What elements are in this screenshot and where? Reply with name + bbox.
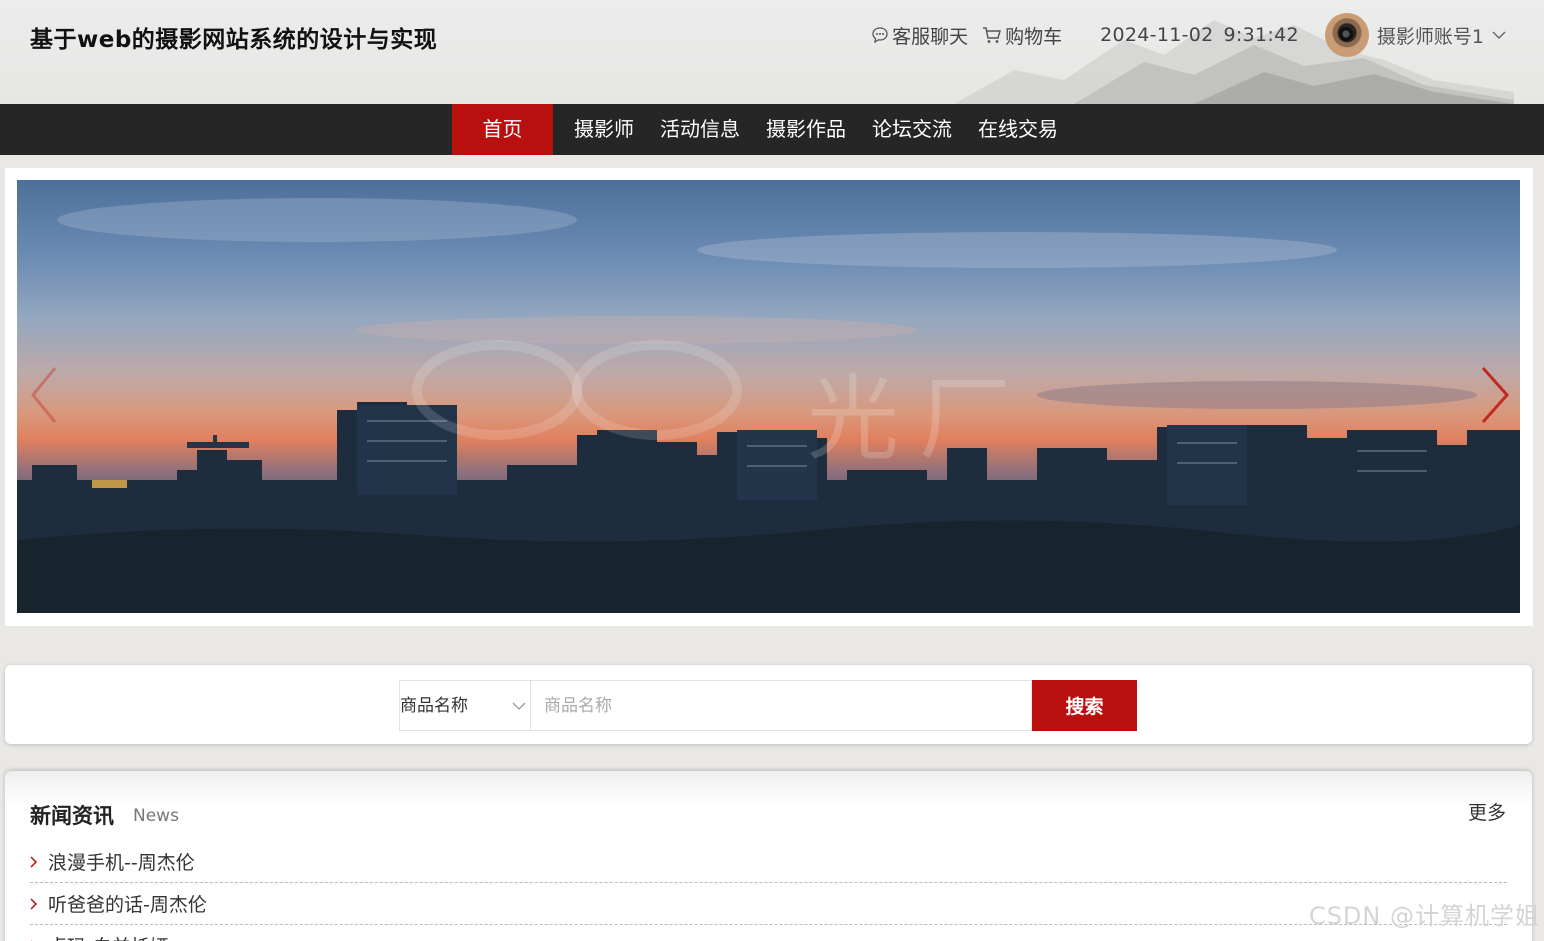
chevron-down-icon — [1492, 31, 1506, 39]
search-field-select[interactable]: 商品名称 — [399, 680, 530, 731]
news-item-title: 听爸爸的话-周杰伦 — [48, 894, 207, 916]
nav-item-works[interactable]: 摄影作品 — [753, 104, 859, 155]
city-skyline-image — [17, 198, 1520, 613]
chevron-down-icon — [512, 702, 526, 710]
search-bar: 商品名称 搜索 — [5, 665, 1532, 744]
list-item[interactable]: 卓玛-白羊托娅 — [30, 925, 1507, 941]
news-item-title: 浪漫手机--周杰伦 — [48, 852, 195, 874]
carousel-prev-button[interactable] — [25, 360, 65, 430]
cart-label: 购物车 — [1005, 25, 1063, 48]
chat-icon — [872, 27, 888, 44]
news-title: 新闻资讯 — [30, 804, 114, 828]
cart-link[interactable]: 购物车 — [982, 22, 1062, 49]
chevron-right-icon — [1481, 367, 1510, 423]
datetime: 2024-11-02 9:31:42 — [1100, 24, 1299, 46]
news-subtitle: News — [133, 806, 179, 826]
cart-icon — [983, 27, 1002, 43]
username: 摄影师账号1 — [1376, 25, 1484, 48]
news-section: 新闻资讯 News 更多 浪漫手机--周杰伦 听爸爸的话-周杰伦 卓玛-白羊托娅 — [5, 771, 1532, 941]
chat-label: 客服聊天 — [892, 25, 969, 48]
banner-image: 光厂 — [17, 180, 1520, 613]
customer-chat-link[interactable]: 客服聊天 — [871, 22, 968, 49]
search-input[interactable] — [530, 680, 1032, 731]
news-list: 浪漫手机--周杰伦 听爸爸的话-周杰伦 卓玛-白羊托娅 — [30, 841, 1507, 941]
chevron-right-icon — [30, 897, 38, 910]
banner-watermark: 光厂 — [807, 366, 1032, 473]
csdn-watermark: CSDN @计算机学姐 — [1308, 902, 1540, 930]
chevron-right-icon — [30, 855, 38, 868]
top-links: 客服聊天 购物车 2024-11-02 9:31:42 摄影师账号1 — [871, 13, 1506, 57]
search-select-value: 商品名称 — [400, 696, 468, 716]
chevron-left-icon — [31, 367, 57, 423]
nav-item-photographers[interactable]: 摄影师 — [561, 104, 647, 155]
main-nav: 首页 摄影师 活动信息 摄影作品 论坛交流 在线交易 — [0, 104, 1544, 155]
nav-items: 首页 摄影师 活动信息 摄影作品 论坛交流 在线交易 — [452, 104, 1071, 155]
nav-item-events[interactable]: 活动信息 — [647, 104, 753, 155]
search-button[interactable]: 搜索 — [1032, 680, 1137, 731]
list-item[interactable]: 浪漫手机--周杰伦 — [30, 841, 1507, 883]
list-item[interactable]: 听爸爸的话-周杰伦 — [30, 883, 1507, 925]
header: 基于web的摄影网站系统的设计与实现 客服聊天 购物车 2024-11-02 9:… — [0, 0, 1544, 104]
news-item-title: 卓玛-白羊托娅 — [48, 932, 169, 941]
user-menu[interactable]: 摄影师账号1 — [1324, 13, 1506, 57]
news-more-link[interactable]: 更多 — [1468, 798, 1506, 825]
banner-carousel: 光厂 — [5, 168, 1533, 626]
nav-item-home[interactable]: 首页 — [452, 104, 553, 155]
date-text: 2024-11-02 — [1100, 24, 1214, 46]
avatar — [1324, 13, 1369, 57]
nav-item-forum[interactable]: 论坛交流 — [859, 104, 965, 155]
nav-item-trade[interactable]: 在线交易 — [965, 104, 1071, 155]
site-title: 基于web的摄影网站系统的设计与实现 — [30, 27, 438, 53]
time-text: 9:31:42 — [1223, 24, 1299, 46]
carousel-next-button[interactable] — [1475, 360, 1515, 430]
